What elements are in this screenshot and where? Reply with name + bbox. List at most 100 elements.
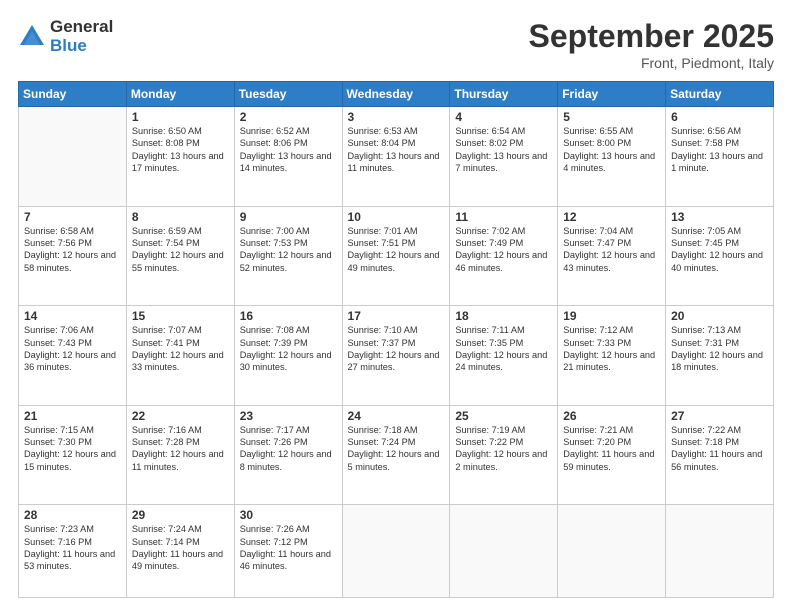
- day-info: Sunrise: 7:08 AM Sunset: 7:39 PM Dayligh…: [240, 324, 337, 374]
- day-info: Sunrise: 6:58 AM Sunset: 7:56 PM Dayligh…: [24, 225, 121, 275]
- day-info: Sunrise: 6:53 AM Sunset: 8:04 PM Dayligh…: [348, 125, 445, 175]
- header-friday: Friday: [558, 82, 666, 107]
- day-number: 2: [240, 110, 337, 124]
- day-info: Sunrise: 7:02 AM Sunset: 7:49 PM Dayligh…: [455, 225, 552, 275]
- day-number: 28: [24, 508, 121, 522]
- calendar-cell: 9Sunrise: 7:00 AM Sunset: 7:53 PM Daylig…: [234, 206, 342, 306]
- calendar-cell: 15Sunrise: 7:07 AM Sunset: 7:41 PM Dayli…: [126, 306, 234, 406]
- header-saturday: Saturday: [666, 82, 774, 107]
- day-number: 30: [240, 508, 337, 522]
- day-info: Sunrise: 7:12 AM Sunset: 7:33 PM Dayligh…: [563, 324, 660, 374]
- day-number: 20: [671, 309, 768, 323]
- calendar-cell: [558, 505, 666, 598]
- calendar-table: Sunday Monday Tuesday Wednesday Thursday…: [18, 81, 774, 598]
- calendar-cell: 16Sunrise: 7:08 AM Sunset: 7:39 PM Dayli…: [234, 306, 342, 406]
- calendar-cell: 5Sunrise: 6:55 AM Sunset: 8:00 PM Daylig…: [558, 107, 666, 207]
- calendar-cell: 12Sunrise: 7:04 AM Sunset: 7:47 PM Dayli…: [558, 206, 666, 306]
- day-number: 22: [132, 409, 229, 423]
- day-info: Sunrise: 6:55 AM Sunset: 8:00 PM Dayligh…: [563, 125, 660, 175]
- day-number: 23: [240, 409, 337, 423]
- day-number: 27: [671, 409, 768, 423]
- calendar-cell: 11Sunrise: 7:02 AM Sunset: 7:49 PM Dayli…: [450, 206, 558, 306]
- day-number: 24: [348, 409, 445, 423]
- day-number: 9: [240, 210, 337, 224]
- day-info: Sunrise: 7:05 AM Sunset: 7:45 PM Dayligh…: [671, 225, 768, 275]
- calendar-cell: 17Sunrise: 7:10 AM Sunset: 7:37 PM Dayli…: [342, 306, 450, 406]
- day-info: Sunrise: 7:22 AM Sunset: 7:18 PM Dayligh…: [671, 424, 768, 474]
- day-number: 8: [132, 210, 229, 224]
- day-number: 11: [455, 210, 552, 224]
- day-info: Sunrise: 7:07 AM Sunset: 7:41 PM Dayligh…: [132, 324, 229, 374]
- day-number: 13: [671, 210, 768, 224]
- day-info: Sunrise: 7:00 AM Sunset: 7:53 PM Dayligh…: [240, 225, 337, 275]
- day-info: Sunrise: 7:06 AM Sunset: 7:43 PM Dayligh…: [24, 324, 121, 374]
- calendar-cell: 25Sunrise: 7:19 AM Sunset: 7:22 PM Dayli…: [450, 405, 558, 505]
- logo-blue: Blue: [50, 37, 113, 56]
- day-number: 12: [563, 210, 660, 224]
- calendar-cell: 23Sunrise: 7:17 AM Sunset: 7:26 PM Dayli…: [234, 405, 342, 505]
- calendar-cell: 26Sunrise: 7:21 AM Sunset: 7:20 PM Dayli…: [558, 405, 666, 505]
- calendar-cell: 20Sunrise: 7:13 AM Sunset: 7:31 PM Dayli…: [666, 306, 774, 406]
- calendar-cell: 14Sunrise: 7:06 AM Sunset: 7:43 PM Dayli…: [19, 306, 127, 406]
- calendar-cell: 18Sunrise: 7:11 AM Sunset: 7:35 PM Dayli…: [450, 306, 558, 406]
- calendar-cell: 21Sunrise: 7:15 AM Sunset: 7:30 PM Dayli…: [19, 405, 127, 505]
- calendar-header-row: Sunday Monday Tuesday Wednesday Thursday…: [19, 82, 774, 107]
- calendar-cell: 7Sunrise: 6:58 AM Sunset: 7:56 PM Daylig…: [19, 206, 127, 306]
- week-row-2: 7Sunrise: 6:58 AM Sunset: 7:56 PM Daylig…: [19, 206, 774, 306]
- week-row-3: 14Sunrise: 7:06 AM Sunset: 7:43 PM Dayli…: [19, 306, 774, 406]
- calendar-cell: 24Sunrise: 7:18 AM Sunset: 7:24 PM Dayli…: [342, 405, 450, 505]
- day-info: Sunrise: 6:59 AM Sunset: 7:54 PM Dayligh…: [132, 225, 229, 275]
- day-info: Sunrise: 7:13 AM Sunset: 7:31 PM Dayligh…: [671, 324, 768, 374]
- header-monday: Monday: [126, 82, 234, 107]
- day-number: 17: [348, 309, 445, 323]
- day-number: 29: [132, 508, 229, 522]
- calendar-cell: 13Sunrise: 7:05 AM Sunset: 7:45 PM Dayli…: [666, 206, 774, 306]
- logo-general: General: [50, 18, 113, 37]
- day-info: Sunrise: 7:26 AM Sunset: 7:12 PM Dayligh…: [240, 523, 337, 573]
- calendar-cell: [342, 505, 450, 598]
- week-row-4: 21Sunrise: 7:15 AM Sunset: 7:30 PM Dayli…: [19, 405, 774, 505]
- calendar-cell: [19, 107, 127, 207]
- day-info: Sunrise: 7:23 AM Sunset: 7:16 PM Dayligh…: [24, 523, 121, 573]
- day-number: 6: [671, 110, 768, 124]
- day-info: Sunrise: 6:54 AM Sunset: 8:02 PM Dayligh…: [455, 125, 552, 175]
- week-row-1: 1Sunrise: 6:50 AM Sunset: 8:08 PM Daylig…: [19, 107, 774, 207]
- page: General Blue September 2025 Front, Piedm…: [0, 0, 792, 612]
- calendar-cell: 6Sunrise: 6:56 AM Sunset: 7:58 PM Daylig…: [666, 107, 774, 207]
- title-block: September 2025 Front, Piedmont, Italy: [529, 18, 774, 71]
- header: General Blue September 2025 Front, Piedm…: [18, 18, 774, 71]
- header-tuesday: Tuesday: [234, 82, 342, 107]
- day-info: Sunrise: 7:17 AM Sunset: 7:26 PM Dayligh…: [240, 424, 337, 474]
- title-month: September 2025: [529, 18, 774, 55]
- day-number: 7: [24, 210, 121, 224]
- calendar-cell: 8Sunrise: 6:59 AM Sunset: 7:54 PM Daylig…: [126, 206, 234, 306]
- day-number: 3: [348, 110, 445, 124]
- header-thursday: Thursday: [450, 82, 558, 107]
- day-info: Sunrise: 7:15 AM Sunset: 7:30 PM Dayligh…: [24, 424, 121, 474]
- day-number: 25: [455, 409, 552, 423]
- day-number: 14: [24, 309, 121, 323]
- calendar-cell: 22Sunrise: 7:16 AM Sunset: 7:28 PM Dayli…: [126, 405, 234, 505]
- day-number: 1: [132, 110, 229, 124]
- calendar-cell: 1Sunrise: 6:50 AM Sunset: 8:08 PM Daylig…: [126, 107, 234, 207]
- week-row-5: 28Sunrise: 7:23 AM Sunset: 7:16 PM Dayli…: [19, 505, 774, 598]
- calendar-cell: 19Sunrise: 7:12 AM Sunset: 7:33 PM Dayli…: [558, 306, 666, 406]
- header-sunday: Sunday: [19, 82, 127, 107]
- day-number: 16: [240, 309, 337, 323]
- day-info: Sunrise: 7:18 AM Sunset: 7:24 PM Dayligh…: [348, 424, 445, 474]
- calendar-cell: 30Sunrise: 7:26 AM Sunset: 7:12 PM Dayli…: [234, 505, 342, 598]
- day-info: Sunrise: 7:21 AM Sunset: 7:20 PM Dayligh…: [563, 424, 660, 474]
- day-number: 4: [455, 110, 552, 124]
- day-number: 18: [455, 309, 552, 323]
- calendar-cell: 27Sunrise: 7:22 AM Sunset: 7:18 PM Dayli…: [666, 405, 774, 505]
- calendar-cell: 10Sunrise: 7:01 AM Sunset: 7:51 PM Dayli…: [342, 206, 450, 306]
- day-info: Sunrise: 7:19 AM Sunset: 7:22 PM Dayligh…: [455, 424, 552, 474]
- title-location: Front, Piedmont, Italy: [529, 55, 774, 71]
- calendar-cell: [666, 505, 774, 598]
- day-info: Sunrise: 7:04 AM Sunset: 7:47 PM Dayligh…: [563, 225, 660, 275]
- calendar-cell: [450, 505, 558, 598]
- day-number: 26: [563, 409, 660, 423]
- day-number: 15: [132, 309, 229, 323]
- day-number: 10: [348, 210, 445, 224]
- day-info: Sunrise: 7:11 AM Sunset: 7:35 PM Dayligh…: [455, 324, 552, 374]
